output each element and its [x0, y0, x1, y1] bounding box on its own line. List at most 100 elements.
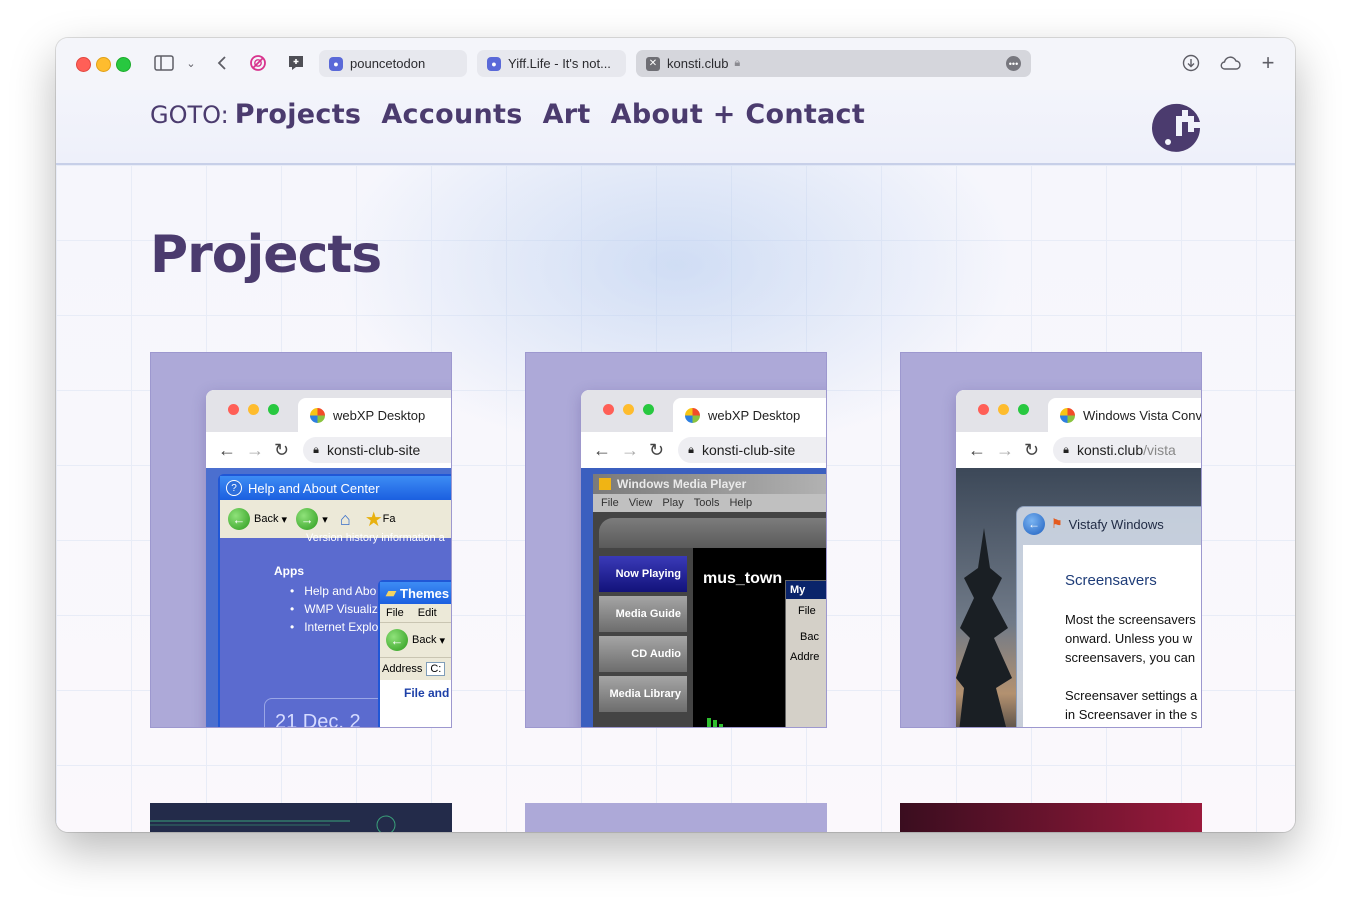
vistafy-heading: Screensavers [1065, 572, 1157, 589]
lock-icon: 🔒︎ [1063, 443, 1069, 456]
more-options-icon[interactable]: ••• [1006, 56, 1021, 71]
preview-url: 🔒︎ konsti.club/vista [1053, 437, 1201, 463]
new-tab-icon[interactable]: + [1259, 50, 1277, 75]
nav-link-projects[interactable]: Projects [235, 99, 362, 130]
preview-url-text: konsti-club-site [326, 442, 421, 458]
preview-close-dot [603, 404, 614, 415]
preview-tab: webXP Desktop [298, 398, 451, 432]
site-logo[interactable] [1150, 102, 1202, 154]
preview-tabbar: Windows Vista Conv [956, 390, 1202, 432]
close-window-button[interactable] [76, 57, 91, 72]
project-card-vista[interactable]: Windows Vista Conv ← → ↻ 🔒︎ konsti.club/v… [900, 352, 1202, 728]
xp-section-heading: Apps [274, 564, 304, 578]
xp-themes-toolbar: ← Back ▾ [380, 623, 451, 657]
preview-url-path: /vista [1143, 442, 1176, 458]
close-tab-icon[interactable]: ✕ [646, 56, 660, 71]
site-nav: GOTO: Projects Accounts Art About + Cont… [150, 99, 885, 130]
feedback-icon[interactable] [286, 52, 306, 74]
xp-themes-menu: File Edit [380, 604, 451, 623]
back-arrow-icon: ← [386, 629, 408, 651]
chevron-down-icon[interactable]: ⌄ [184, 52, 198, 74]
preview-address-bar: ← → ↻ 🔒︎ konsti-club-site [206, 432, 451, 469]
home-icon: ⌂ [339, 508, 351, 529]
preview-url: 🔒︎ konsti-club-site [303, 437, 451, 463]
back-arrow-icon: ← [1023, 513, 1045, 535]
project-card-row2-1[interactable] [150, 803, 452, 832]
mastodon-icon: ● [487, 56, 501, 71]
tree-silhouette [956, 528, 1012, 727]
menu-item: View [628, 497, 653, 509]
wmp-chrome [599, 518, 826, 548]
preview-url-text: konsti-club-site [701, 442, 796, 458]
nav-link-art[interactable]: Art [543, 99, 591, 130]
preview-max-dot [1018, 404, 1029, 415]
project-card-webxp-wmp[interactable]: webXP Desktop ← → ↻ 🔒︎ konsti-club-site W… [525, 352, 827, 728]
menu-item: File [601, 497, 619, 509]
tab-label: pouncetodon [350, 56, 426, 71]
tab-label: konsti.club [667, 56, 729, 71]
web-page: GOTO: Projects Accounts Art About + Cont… [56, 90, 1295, 832]
site-header: GOTO: Projects Accounts Art About + Cont… [56, 90, 1295, 165]
preview-min-dot [623, 404, 634, 415]
preview-tab-label: Windows Vista Conv [1083, 407, 1202, 423]
wmp-icon [599, 478, 611, 490]
star-icon: ★ [364, 508, 383, 531]
sidebar-icon[interactable] [153, 52, 175, 74]
my-computer-back: Bac [800, 631, 819, 643]
wmp-window: Windows Media Player File View Play Tool… [593, 474, 826, 727]
help-icon: ? [226, 480, 242, 496]
preview-tab-label: webXP Desktop [333, 407, 426, 423]
preview-close-dot [978, 404, 989, 415]
webxp-favicon-icon [685, 407, 700, 423]
vistafy-title: Vistafy Windows [1068, 516, 1164, 532]
preview-browser: Windows Vista Conv ← → ↻ 🔒︎ konsti.club/v… [956, 390, 1202, 727]
tab-konsti-club[interactable]: ✕ konsti.club 🔒︎ ••• [636, 50, 1031, 77]
project-card-row2-3[interactable] [900, 803, 1202, 832]
my-computer-address: Addre [790, 651, 820, 663]
minimize-window-button[interactable] [96, 57, 111, 72]
back-arrow-icon[interactable] [214, 52, 230, 74]
wmp-body: Now Playing Media Guide CD Audio Media L… [593, 512, 826, 727]
preview-max-dot [268, 404, 279, 415]
my-computer-title: My [786, 581, 826, 599]
circuit-graphic [150, 815, 396, 832]
browser-window: ⌄ ● pouncetodon ● Yiff.Life - It's not..… [56, 38, 1295, 832]
lock-icon: 🔒︎ [688, 443, 694, 456]
zoom-window-button[interactable] [116, 57, 131, 72]
xp-themes-window: ▰ Themes File Edit ← Back ▾ Address C: File … [378, 580, 451, 727]
preview-tabbar: webXP Desktop [206, 390, 451, 432]
xp-themes-address: Address C: [380, 657, 451, 680]
preview-nav-icons: ← → ↻ [593, 439, 665, 460]
xp-themes-body: File and [380, 680, 451, 727]
list-item: • Help and Abo [290, 584, 377, 598]
lock-icon: 🔒︎ [734, 57, 741, 69]
my-computer-file: File [798, 605, 816, 617]
lock-icon: 🔒︎ [313, 443, 319, 456]
vistafy-window: ← ⚑ Vistafy Windows Screensavers Most the … [1016, 506, 1201, 727]
xp-themes-title: ▰ Themes [380, 582, 451, 604]
wmp-media-library: Media Library [599, 676, 687, 712]
project-card-webxp-help[interactable]: webXP Desktop ← → ↻ 🔒︎ konsti-club-site ?… [150, 352, 452, 728]
cloud-icon[interactable] [1219, 52, 1241, 74]
xp-line-top: Version history information a [306, 532, 445, 544]
wmp-track-name: mus_town [703, 570, 783, 587]
wmp-media-guide: Media Guide [599, 596, 687, 632]
menu-item: Help [729, 497, 753, 509]
preview-body: Windows Media Player File View Play Tool… [581, 468, 826, 727]
privacy-block-icon[interactable] [248, 52, 268, 74]
preview-min-dot [248, 404, 259, 415]
preview-min-dot [998, 404, 1009, 415]
xp-app-list: • Help and Abo • WMP Visualiz • Internet… [290, 582, 378, 636]
preview-tab: Windows Vista Conv [1048, 398, 1202, 432]
tab-pouncetodon[interactable]: ● pouncetodon [319, 50, 467, 77]
forward-arrow-icon: → [296, 508, 319, 530]
wmp-title: Windows Media Player [593, 474, 826, 494]
download-icon[interactable] [1181, 52, 1201, 74]
project-card-row2-2[interactable] [525, 803, 827, 832]
windows-favicon-icon [1060, 407, 1075, 423]
preview-url-host: konsti.club [1076, 442, 1144, 458]
wmp-cd-audio: CD Audio [599, 636, 687, 672]
nav-link-about-contact[interactable]: About + Contact [611, 99, 865, 130]
tab-yiff-life[interactable]: ● Yiff.Life - It's not... [477, 50, 626, 77]
nav-link-accounts[interactable]: Accounts [381, 99, 522, 130]
